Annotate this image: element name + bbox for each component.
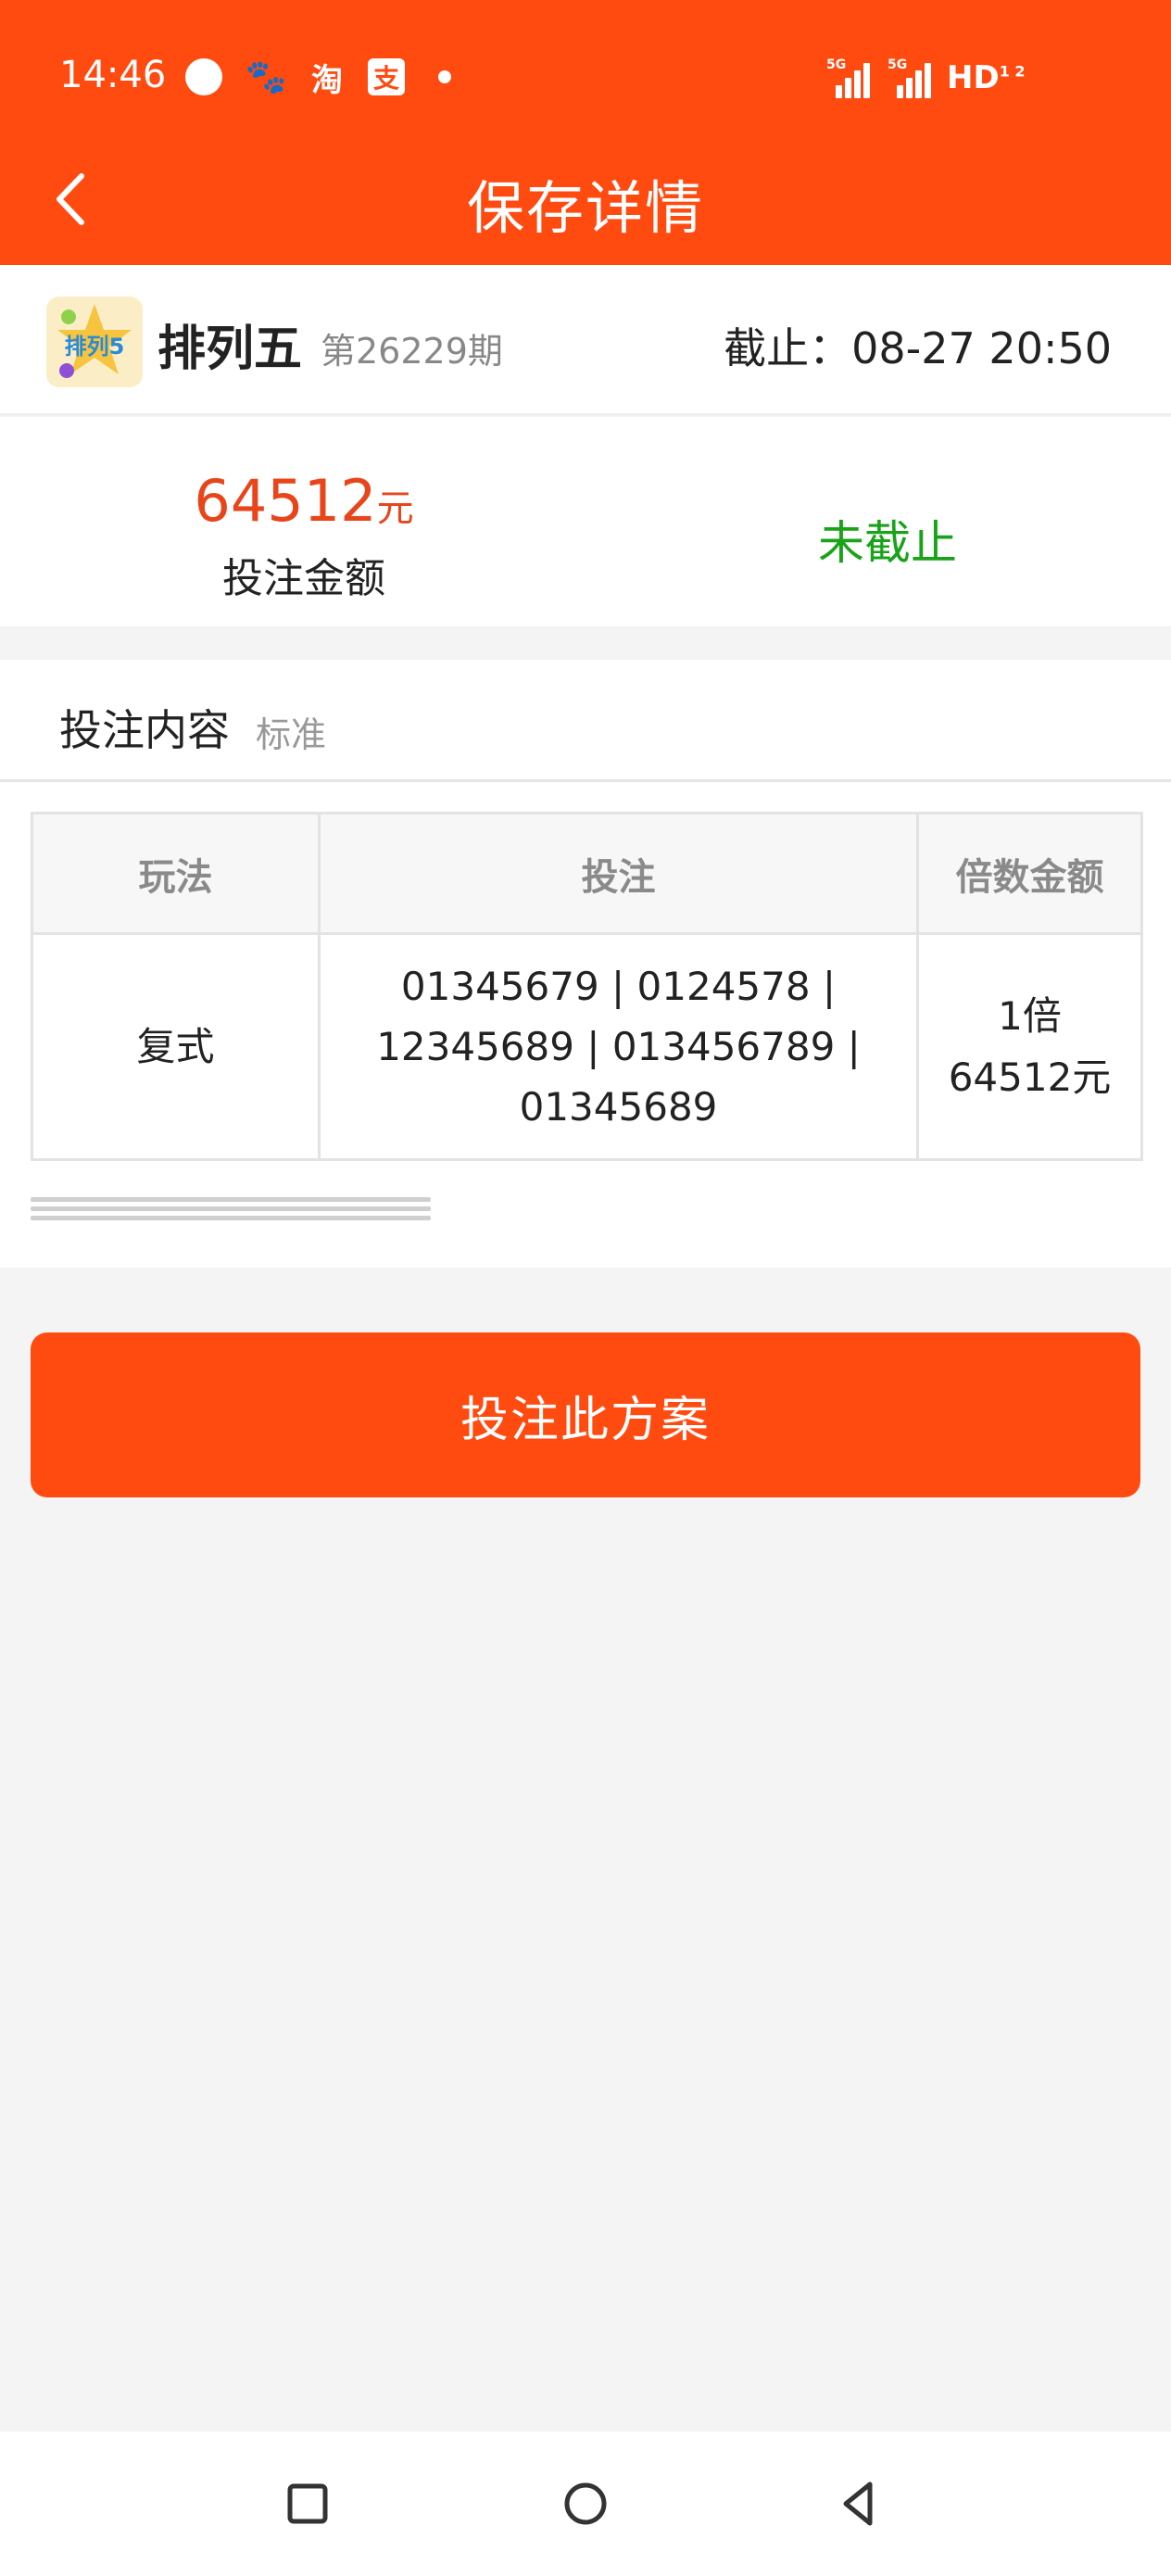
bet-summary: 64512元 投注金额 未截止 — [0, 417, 1171, 626]
signal-5g-icon-2: 5G — [888, 57, 934, 98]
bet-amount-value: 64512 — [194, 467, 377, 535]
bet-amount-unit: 元 — [376, 487, 414, 530]
pailie5-logo-icon: 排列5 — [46, 297, 143, 387]
lottery-info: 排列5 排列五 第26229期 截止：08-27 20:50 — [0, 265, 1171, 415]
deadline-label: 截止： — [724, 323, 852, 373]
header: 14:46 🐾 淘 支 5G 5G HD1 2 保存详情 — [0, 0, 1171, 265]
home-circle-icon[interactable] — [558, 2476, 613, 2532]
status-bar: 14:46 🐾 淘 支 5G 5G HD1 2 — [0, 0, 1171, 148]
deadline-time: 08-27 20:50 — [851, 323, 1112, 373]
header-multiple-amount: 倍数金额 — [916, 812, 1143, 935]
blurred-placeholder — [31, 1197, 431, 1227]
cell-money: 64512元 — [948, 1054, 1112, 1100]
header-bet: 投注 — [318, 812, 919, 935]
status-badge: 未截止 — [818, 516, 957, 570]
bet-amount-label: 投注金额 — [222, 555, 385, 602]
lottery-name: 排列五 — [157, 322, 303, 377]
svg-text:排列5: 排列5 — [65, 334, 125, 360]
bet-content-section: 投注内容 标准 玩法 投注 倍数金额 复式 01345679 | 0124578… — [0, 660, 1171, 1268]
nav-bar: 保存详情 — [0, 148, 1171, 265]
table-row: 复式 01345679 | 0124578 | 12345689 | 01345… — [31, 932, 1143, 1161]
cell-multiple: 1倍 — [998, 993, 1062, 1040]
issue-number: 第26229期 — [321, 331, 503, 372]
content-header: 投注内容 标准 — [0, 660, 1171, 782]
bet-amount: 64512元 — [0, 467, 608, 535]
baidu-paw-icon: 🐾 — [245, 58, 287, 96]
alipay-icon: 支 — [365, 57, 408, 96]
cell-multiple-amount: 1倍 64512元 — [916, 932, 1143, 1161]
message-bubble-icon — [183, 57, 224, 96]
recents-square-icon[interactable] — [280, 2476, 335, 2532]
app-root: 14:46 🐾 淘 支 5G 5G HD1 2 保存详情 排列5 排列五 第26… — [0, 0, 1171, 2576]
cell-bet-numbers: 01345679 | 0124578 | 12345689 | 01345678… — [318, 932, 919, 1161]
page-title: 保存详情 — [466, 174, 704, 242]
table-header-row: 玩法 投注 倍数金额 — [31, 812, 1143, 935]
back-triangle-icon[interactable] — [832, 2476, 888, 2532]
bet-this-plan-button[interactable]: 投注此方案 — [31, 1332, 1140, 1497]
content-type: 标准 — [256, 714, 327, 755]
signal-5g-icon: 5G — [826, 57, 873, 98]
cell-play: 复式 — [31, 932, 321, 1161]
status-time: 14:46 — [59, 54, 167, 96]
deadline: 截止：08-27 20:50 — [724, 315, 1112, 376]
system-nav-bar — [0, 2431, 1171, 2576]
bet-table: 玩法 投注 倍数金额 复式 01345679 | 0124578 | 12345… — [31, 812, 1143, 1161]
taobao-icon: 淘 — [311, 61, 343, 99]
more-dot-icon — [435, 57, 454, 96]
hd-voice-icon: HD1 2 — [947, 59, 1026, 96]
content-title: 投注内容 — [59, 705, 230, 755]
header-play: 玩法 — [31, 812, 321, 935]
